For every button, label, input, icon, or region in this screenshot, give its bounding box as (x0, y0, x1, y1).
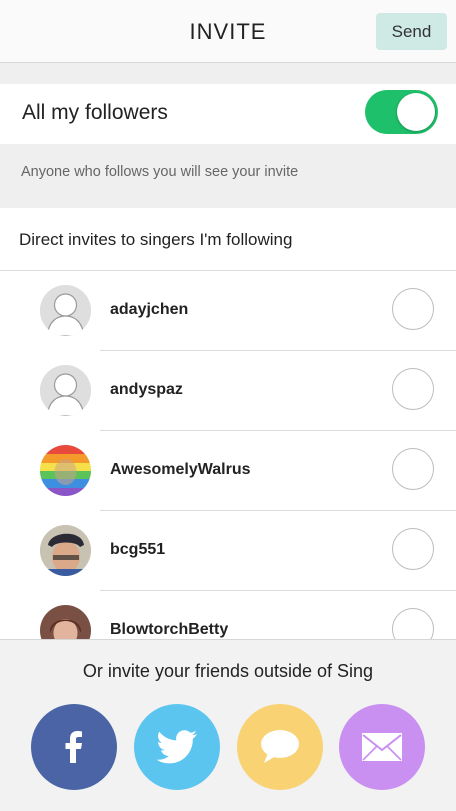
message-share-button[interactable] (237, 704, 323, 790)
default-avatar-icon (40, 365, 91, 416)
email-share-button[interactable] (339, 704, 425, 790)
username: andyspaz (110, 381, 183, 398)
user-photo-avatar (40, 525, 91, 576)
toggle-knob (397, 93, 435, 131)
select-circle[interactable] (392, 368, 434, 410)
username: BlowtorchBetty (110, 621, 229, 638)
select-circle[interactable] (392, 608, 434, 639)
select-circle[interactable] (392, 528, 434, 570)
followers-hint: Anyone who follows you will see your inv… (21, 164, 299, 180)
select-circle[interactable] (392, 448, 434, 490)
facebook-icon (65, 731, 82, 763)
share-label: Or invite your friends outside of Sing (82, 661, 374, 681)
share-footer: Or invite your friends outside of Sing (0, 639, 456, 811)
select-circle[interactable] (392, 288, 434, 330)
twitter-share-button[interactable] (134, 704, 220, 790)
list-item[interactable]: AwesomelyWalrus (0, 431, 456, 511)
direct-invites-header: Direct invites to singers I'm following (0, 208, 456, 271)
list-item[interactable]: BlowtorchBetty (0, 591, 456, 639)
list-item[interactable]: bcg551 (0, 511, 456, 591)
following-list[interactable]: adayjchen andyspaz AwesomelyWalrus bcg55… (0, 271, 456, 639)
username: adayjchen (110, 301, 189, 318)
username: AwesomelyWalrus (110, 461, 251, 478)
direct-invites-label: Direct invites to singers I'm following (19, 230, 293, 249)
twitter-icon (156, 730, 197, 764)
all-followers-label: All my followers (22, 101, 168, 124)
all-followers-toggle[interactable] (365, 90, 438, 134)
default-avatar-icon (40, 285, 91, 336)
list-item[interactable]: andyspaz (0, 351, 456, 431)
envelope-icon (362, 733, 402, 761)
rainbow-avatar (40, 445, 91, 496)
chat-bubble-icon (261, 730, 299, 763)
send-button[interactable]: Send (376, 13, 447, 50)
username: bcg551 (110, 541, 166, 558)
list-item[interactable]: adayjchen (0, 271, 456, 351)
user-photo-avatar (40, 605, 91, 639)
facebook-share-button[interactable] (31, 704, 117, 790)
nav-header: INVITE Send (0, 0, 456, 63)
